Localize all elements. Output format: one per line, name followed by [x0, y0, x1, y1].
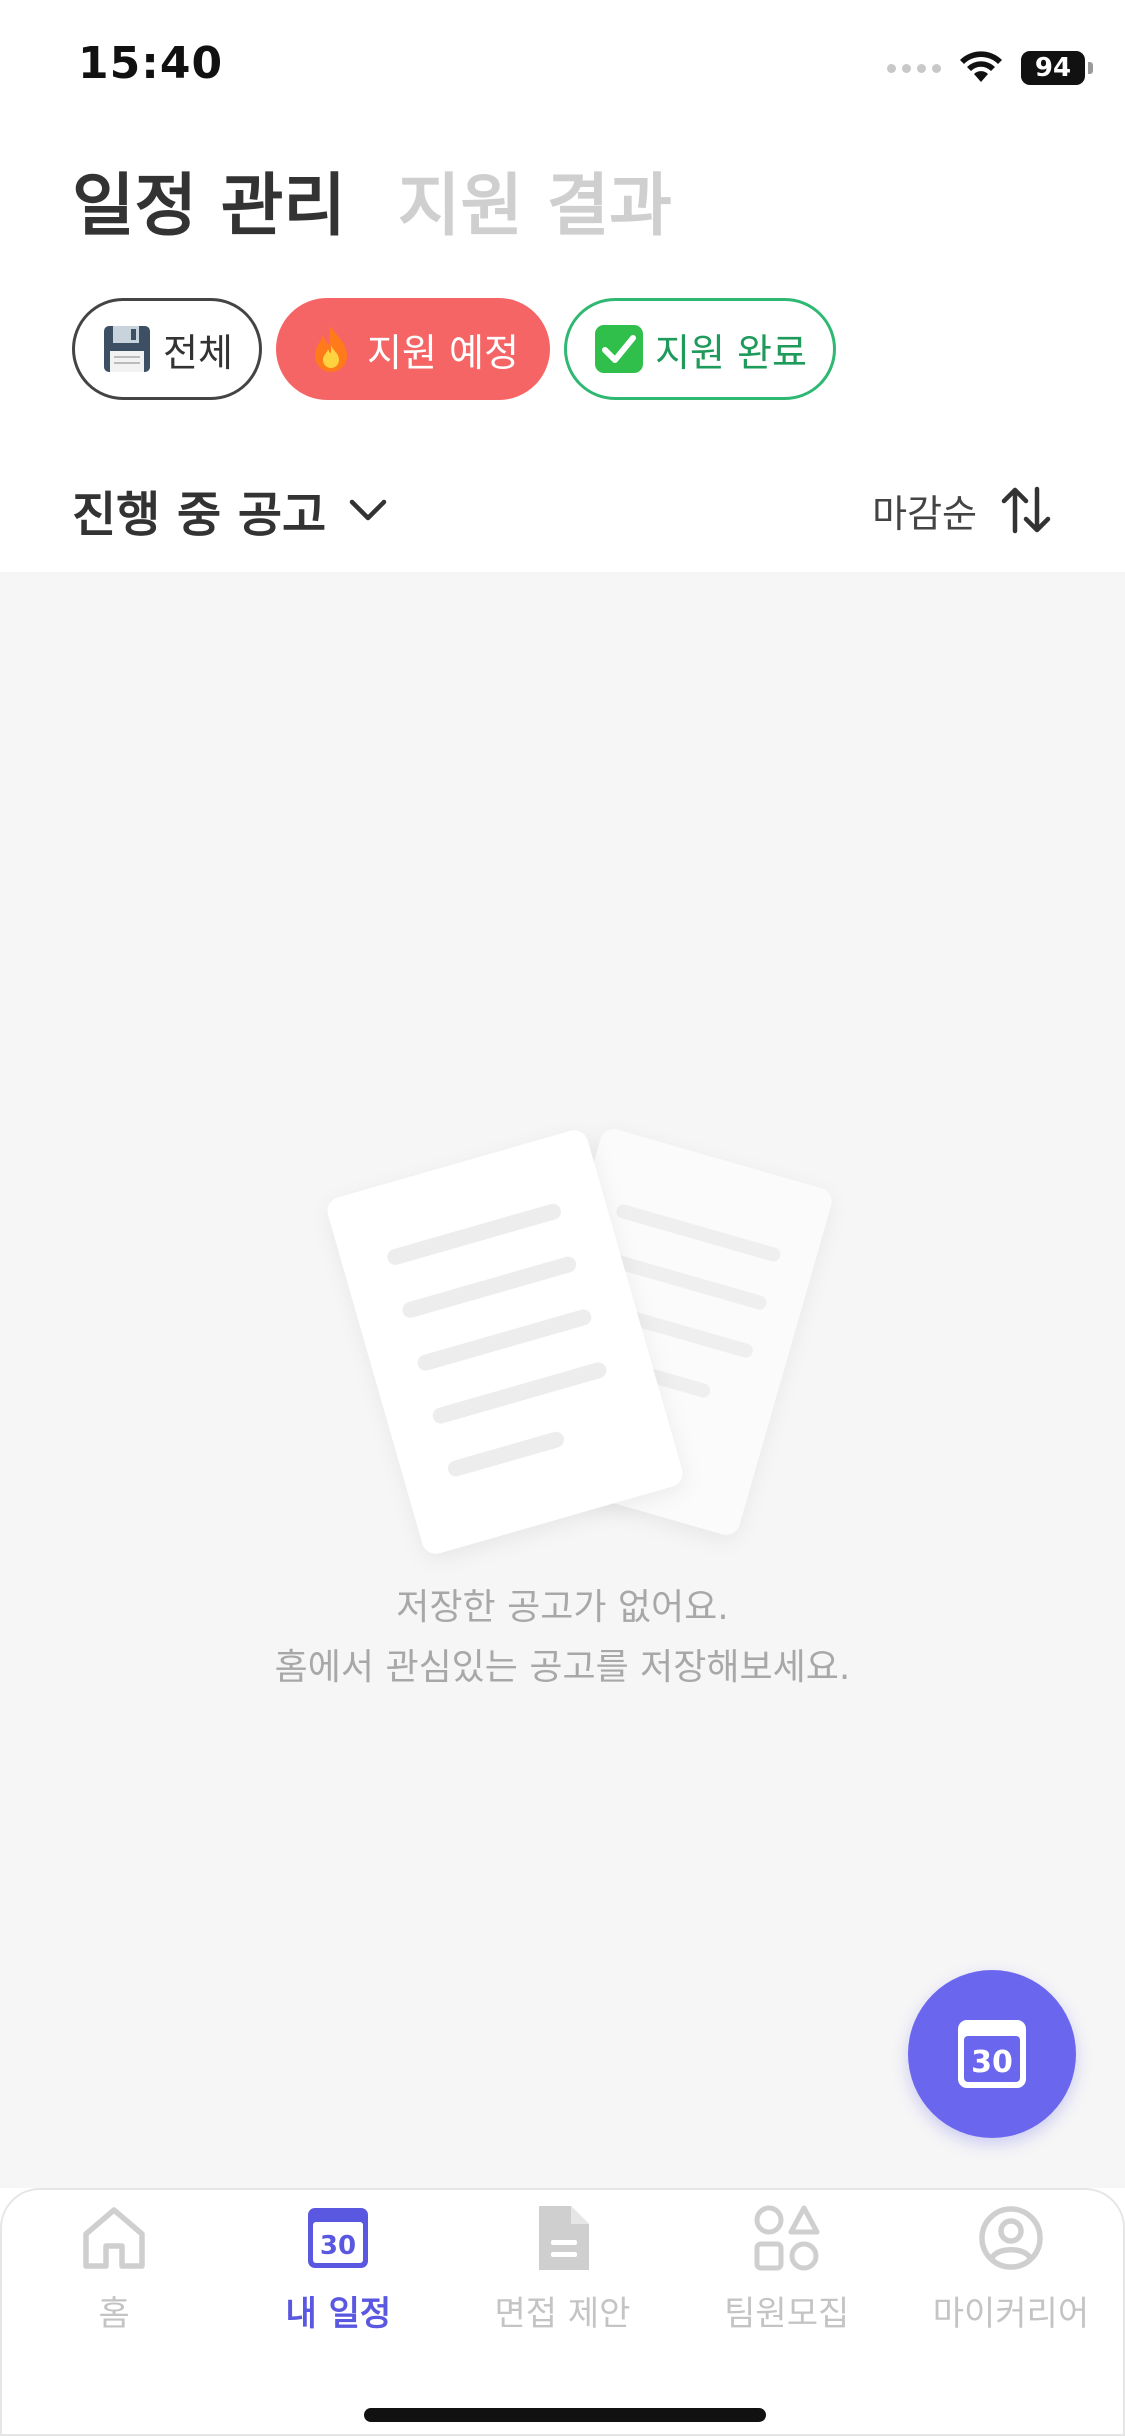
- fab-calendar-day: 30: [971, 2045, 1013, 2080]
- nav-item-interview-offers[interactable]: 면접 제안: [450, 2202, 674, 2335]
- bottom-navigation: 홈 30 내 일정 면접 제안 팀원모집 마이커리어: [0, 2188, 1125, 2436]
- filter-all-chip[interactable]: 전체: [72, 298, 262, 400]
- sort-label: 마감순: [872, 491, 977, 536]
- section-title: 진행 중 공고: [72, 487, 327, 543]
- content-area: 저장한 공고가 없어요. 홈에서 관심있는 공고를 저장해보세요.: [0, 572, 1125, 2188]
- calendar-fab-button[interactable]: 30: [908, 1970, 1076, 2138]
- status-time: 15:40: [78, 38, 224, 89]
- empty-state-line1: 저장한 공고가 없어요.: [396, 1587, 729, 1628]
- wifi-icon: [960, 51, 1002, 82]
- calendar-icon: 30: [958, 2020, 1026, 2088]
- filter-done-chip[interactable]: 지원 완료: [564, 298, 836, 400]
- nav-label-my-schedule: 내 일정: [285, 2294, 392, 2334]
- nav-label-home: 홈: [98, 2294, 130, 2334]
- status-bar: 15:40 94: [0, 0, 1125, 140]
- tab-schedule-management[interactable]: 일정 관리: [72, 150, 346, 249]
- battery-indicator: 94: [1021, 51, 1093, 85]
- sort-button[interactable]: 마감순: [872, 483, 1053, 538]
- document-icon: [538, 2206, 589, 2270]
- chevron-down-icon: [349, 499, 387, 521]
- filter-planned-label: 지원 예정: [367, 330, 519, 375]
- home-icon: [83, 2207, 145, 2269]
- filter-chips: 전체 지원 예정 지원 완료: [72, 298, 836, 400]
- nav-label-interview-offers: 면접 제안: [494, 2294, 631, 2334]
- calendar-icon: 30: [308, 2208, 369, 2268]
- section-bar: 진행 중 공고 마감순: [72, 470, 1053, 550]
- job-status-dropdown[interactable]: 진행 중 공고: [72, 475, 388, 545]
- nav-label-team-recruiting: 팀원모집: [724, 2294, 850, 2334]
- profile-icon: [979, 2206, 1043, 2270]
- home-indicator: [364, 2408, 766, 2422]
- nav-calendar-day: 30: [320, 2231, 356, 2261]
- empty-state-message: 저장한 공고가 없어요. 홈에서 관심있는 공고를 저장해보세요.: [0, 1578, 1125, 1698]
- status-indicators: 94: [887, 48, 1093, 88]
- floppy-disk-icon: [101, 323, 153, 375]
- fire-icon: [305, 323, 357, 375]
- nav-item-my-schedule[interactable]: 30 내 일정: [226, 2202, 450, 2335]
- empty-documents-illustration: [327, 1129, 832, 1554]
- nav-item-my-career[interactable]: 마이커리어: [899, 2202, 1123, 2335]
- nav-item-team-recruiting[interactable]: 팀원모집: [675, 2202, 899, 2335]
- tab-application-results[interactable]: 지원 결과: [398, 150, 672, 249]
- check-mark-icon: [593, 323, 645, 375]
- shapes-icon: [754, 2205, 820, 2271]
- nav-item-home[interactable]: 홈: [2, 2202, 226, 2335]
- filter-planned-chip[interactable]: 지원 예정: [276, 298, 550, 400]
- filter-done-label: 지원 완료: [655, 330, 807, 375]
- header-tabs: 일정 관리 지원 결과: [72, 150, 672, 249]
- empty-state-line2: 홈에서 관심있는 공고를 저장해보세요.: [274, 1647, 851, 1688]
- cellular-signal-icon: [887, 63, 941, 73]
- sort-arrows-icon: [1001, 486, 1051, 534]
- nav-label-my-career: 마이커리어: [932, 2294, 1090, 2334]
- filter-all-label: 전체: [163, 330, 233, 375]
- battery-level: 94: [1034, 53, 1072, 83]
